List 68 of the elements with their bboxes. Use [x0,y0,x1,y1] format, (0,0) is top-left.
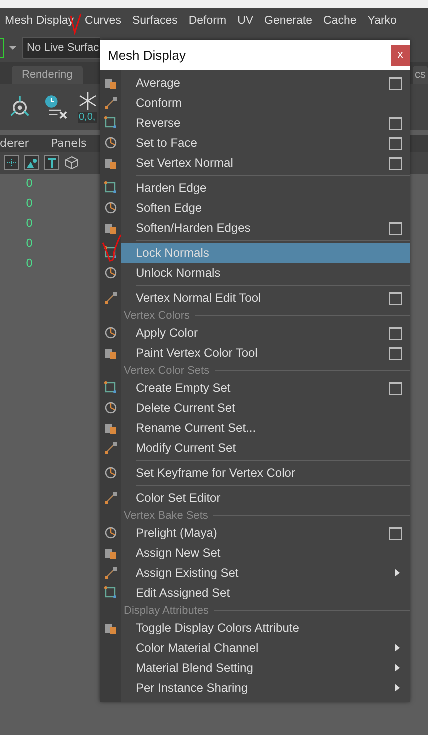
menu-item[interactable]: Color Set Editor [121,488,410,508]
shelf-tab[interactable]: cs [413,66,428,84]
close-button[interactable]: x [391,44,410,66]
option-box[interactable] [389,382,402,394]
freeze-reading: 0,0, [78,112,97,123]
menu-item[interactable]: Unlock Normals [121,263,410,283]
menu-item[interactable]: Toggle Display Colors Attribute [121,618,410,638]
option-box[interactable] [389,346,402,360]
channel-value: 0 [26,197,33,211]
menu-item[interactable]: Soften Edge [121,198,410,218]
menu-item[interactable]: Delete Current Set [121,398,410,418]
menu-bar-item[interactable]: Surfaces [132,14,178,26]
channel-value: 0 [26,217,33,231]
section-heading: Display Attributes [124,604,209,616]
toolbar-edge [0,38,4,58]
option-box[interactable] [389,76,402,90]
snowflake-icon[interactable] [78,91,98,111]
menu-item[interactable]: Set Keyframe for Vertex Color [121,463,410,483]
menu-bar-item[interactable]: Deform [188,14,227,26]
menu-item[interactable]: Average [121,73,410,93]
menu-bar-item[interactable]: Yarko [368,14,397,26]
menu-item[interactable]: Apply Color [121,323,410,343]
cube-icon[interactable] [64,155,80,171]
section-heading: Vertex Bake Sets [124,510,208,522]
menu-bar-item[interactable]: UV [238,14,254,26]
menu-bar-item[interactable]: Cache [324,14,357,26]
shelf-tab[interactable]: Rendering [12,66,83,84]
menu-item[interactable]: Material Blend Setting [121,658,410,678]
menu-bar-item[interactable]: Curves [85,14,122,26]
section-heading: Vertex Colors [124,310,190,322]
menu-item[interactable]: Conform [121,93,410,113]
menu-item[interactable]: Create Empty Set [121,378,410,398]
image-icon[interactable] [24,155,40,171]
option-box[interactable] [389,526,402,540]
option-box[interactable] [389,292,402,304]
menu-item[interactable]: Vertex Normal Edit Tool [121,288,410,308]
option-box[interactable] [389,136,402,150]
caret-icon[interactable] [8,44,18,52]
option-box[interactable] [389,156,402,170]
channel-value: 0 [26,257,33,271]
menu-item[interactable]: Assign Existing Set [121,563,410,583]
menu-item[interactable]: Reverse [121,113,410,133]
menu-item[interactable]: Paint Vertex Color Tool [121,343,410,363]
option-box[interactable] [389,222,402,234]
section-heading: Vertex Color Sets [124,364,210,376]
option-box[interactable] [389,326,402,340]
channel-value: 0 [26,177,33,191]
menu-bar-item[interactable]: Generate [264,14,312,26]
grid-icon[interactable] [4,155,20,171]
menu-item[interactable]: Color Material Channel [121,638,410,658]
option-box[interactable] [389,116,402,130]
text-tool-icon[interactable] [44,155,60,171]
menu-item[interactable]: Edit Assigned Set [121,583,410,603]
panel-menu-item[interactable]: Panels [51,137,87,150]
menu-item[interactable]: Prelight (Maya) [121,523,410,543]
live-surface-field[interactable]: No Live Surfac [22,36,100,58]
menu-item[interactable]: Assign New Set [121,543,410,563]
channel-value: 0 [26,237,33,251]
menu-item[interactable]: Set Vertex Normal [121,153,410,173]
menu-item[interactable]: Rename Current Set... [121,418,410,438]
pen-mark [101,233,123,263]
dialog-title: Mesh Display [108,48,186,62]
menu-item[interactable]: Modify Current Set [121,438,410,458]
menu-item[interactable]: Per Instance Sharing [121,678,410,698]
panel-menu-item[interactable]: derer [0,137,30,150]
menu-item[interactable]: Set to Face [121,133,410,153]
menu-item[interactable]: Harden Edge [121,178,410,198]
menu-item[interactable]: Soften/Harden Edges [121,218,410,238]
